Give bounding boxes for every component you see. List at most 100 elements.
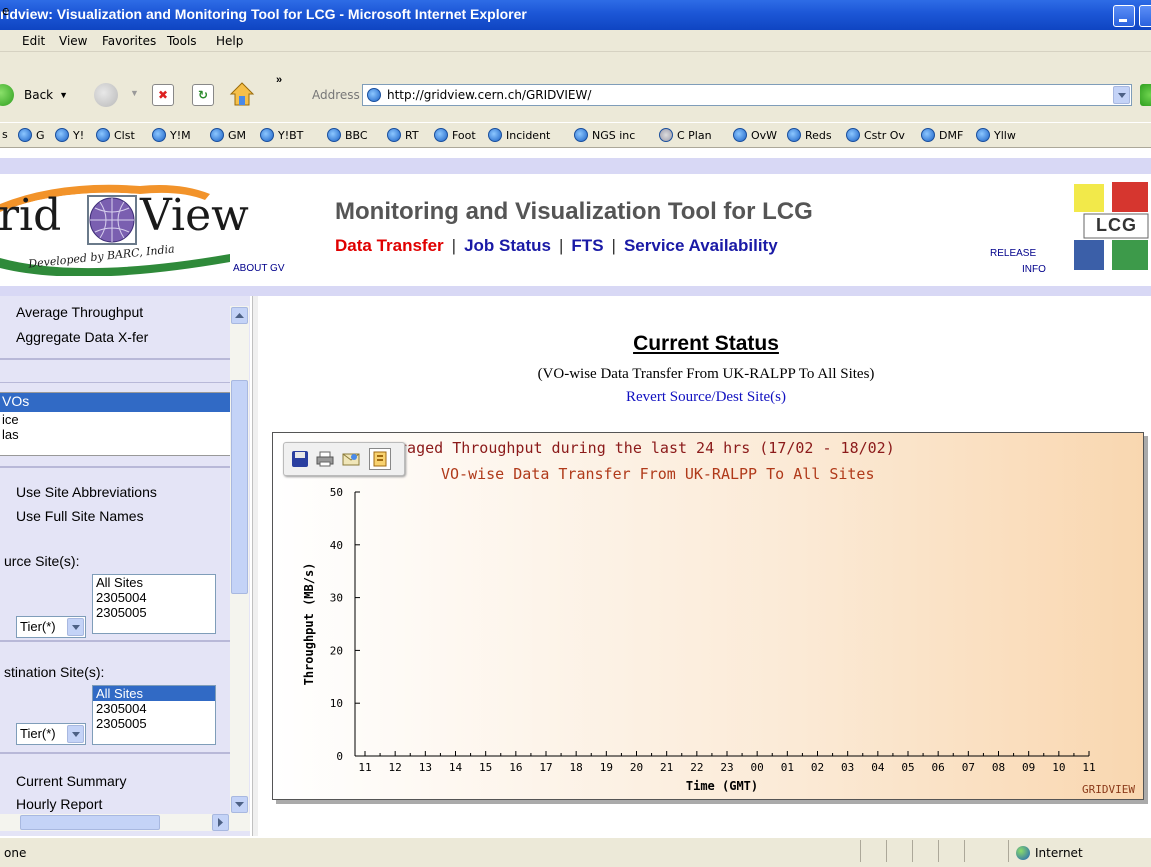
link-item[interactable]: G <box>18 128 45 142</box>
gridview-logo[interactable]: rid View Developed by BARC, India <box>0 176 249 277</box>
link-item[interactable]: Cstr Ov <box>846 128 905 142</box>
save-icon[interactable] <box>292 451 308 467</box>
link-item[interactable]: GM <box>210 128 246 142</box>
menu-average-throughput[interactable]: Average Throughput <box>16 304 143 320</box>
address-dropdown-icon[interactable] <box>1113 86 1130 104</box>
link-item[interactable]: OvW <box>733 128 777 142</box>
link-item[interactable]: Incident <box>488 128 550 142</box>
y-tick-label: 20 <box>330 644 343 657</box>
source-tier-select[interactable]: Tier(*) <box>16 616 86 638</box>
menu-view[interactable]: View <box>59 34 87 48</box>
go-arrow-icon[interactable] <box>1140 84 1151 106</box>
x-tick-label: 06 <box>932 761 945 774</box>
link-item[interactable]: Y!M <box>152 128 191 142</box>
scroll-up-icon[interactable] <box>231 307 248 324</box>
chart-title: eraged Throughput during the last 24 hrs… <box>389 439 895 457</box>
radio-full-site-names[interactable]: Use Full Site Names <box>16 508 144 524</box>
nav-job-status[interactable]: Job Status <box>464 236 551 255</box>
ie-page-icon <box>387 128 401 142</box>
list-item[interactable]: 2305004 <box>93 590 215 605</box>
revert-source-dest-link[interactable]: Revert Source/Dest Site(s) <box>0 389 1151 406</box>
address-label: Address <box>312 88 360 102</box>
x-tick-label: 12 <box>389 761 402 774</box>
status-separator <box>912 840 913 862</box>
destination-tier-select[interactable]: Tier(*) <box>16 723 86 745</box>
nav-data-transfer[interactable]: Data Transfer <box>335 236 444 255</box>
x-tick-label: 00 <box>751 761 764 774</box>
stop-icon[interactable]: ✖ <box>152 84 174 106</box>
menu-favorites[interactable]: Favorites <box>102 34 156 48</box>
release-info-link-line2[interactable]: INFO <box>1022 264 1046 275</box>
menu-hourly-report[interactable]: Hourly Report <box>16 796 102 812</box>
link-item[interactable]: Reds <box>787 128 832 142</box>
forward-button[interactable] <box>94 83 118 107</box>
list-item[interactable]: 2305005 <box>93 716 215 731</box>
radio-site-abbreviations[interactable]: Use Site Abbreviations <box>16 484 157 500</box>
lcg-logo[interactable]: LCG <box>1072 182 1151 272</box>
x-tick-label: 21 <box>660 761 673 774</box>
status-separator <box>886 840 887 862</box>
logo-text-right: View <box>140 190 249 241</box>
list-item[interactable]: 2305005 <box>93 605 215 620</box>
link-item[interactable]: Yllw <box>976 128 1016 142</box>
list-item[interactable]: All Sites <box>93 686 215 701</box>
destination-site-listbox[interactable]: All Sites 2305004 2305005 <box>92 685 216 745</box>
list-item[interactable]: ice <box>0 412 230 427</box>
menu-current-summary[interactable]: Current Summary <box>16 773 126 789</box>
menu-tools[interactable]: Tools <box>167 34 197 48</box>
source-sites-label: urce Site(s): <box>4 553 80 569</box>
ie-page-icon <box>210 128 224 142</box>
home-icon[interactable] <box>229 81 255 107</box>
link-item[interactable]: C Plan <box>659 128 712 142</box>
window-title: ridview: Visualization and Monitoring To… <box>0 6 527 22</box>
source-site-listbox[interactable]: All Sites 2305004 2305005 <box>92 574 216 634</box>
x-tick-label: 15 <box>479 761 492 774</box>
menu-edit[interactable]: Edit <box>22 34 45 48</box>
nav-fts[interactable]: FTS <box>571 236 603 255</box>
maximize-button[interactable] <box>1139 5 1151 27</box>
window-title-bar[interactable]: ridview: Visualization and Monitoring To… <box>0 0 1151 30</box>
chevron-down-icon[interactable] <box>67 725 84 743</box>
link-item[interactable]: Y!BT <box>260 128 303 142</box>
release-info-link[interactable]: RELEASE <box>990 248 1036 259</box>
link-item[interactable]: RT <box>387 128 419 142</box>
link-item[interactable]: Clst <box>96 128 135 142</box>
list-item[interactable]: las <box>0 427 230 442</box>
print-icon[interactable] <box>316 451 334 467</box>
link-item[interactable]: Y! <box>55 128 84 142</box>
chevron-down-icon[interactable] <box>67 618 84 636</box>
back-button[interactable]: Back ▼ <box>0 84 68 106</box>
about-gv-link[interactable]: ABOUT GV <box>233 263 285 274</box>
menu-help[interactable]: Help <box>216 34 243 48</box>
menu-file[interactable]: e <box>2 4 9 18</box>
horizontal-scroll-thumb[interactable] <box>20 815 160 830</box>
nav-service-availability[interactable]: Service Availability <box>624 236 778 255</box>
link-item[interactable]: BBC <box>327 128 368 142</box>
x-tick-label: 10 <box>1052 761 1065 774</box>
link-item[interactable]: DMF <box>921 128 963 142</box>
list-item[interactable]: 2305004 <box>93 701 215 716</box>
email-icon[interactable] <box>342 451 360 467</box>
scroll-down-icon[interactable] <box>231 796 248 813</box>
security-zone: Internet <box>1016 846 1083 860</box>
source-tier-value: Tier(*) <box>20 619 56 634</box>
export-icon[interactable] <box>369 448 391 470</box>
minimize-button[interactable] <box>1113 5 1135 27</box>
destination-sites-label: stination Site(s): <box>4 664 105 680</box>
main-nav: Data Transfer | Job Status | FTS | Service Ava… <box>335 236 778 256</box>
x-tick-label: 13 <box>419 761 432 774</box>
left-panel-horizontal-scrollbar[interactable] <box>0 814 250 831</box>
header-spacer <box>0 148 1151 158</box>
list-item[interactable]: All Sites <box>93 575 215 590</box>
address-input[interactable]: http://gridview.cern.ch/GRIDVIEW/ <box>387 88 591 102</box>
toolbar-overflow-icon[interactable]: » <box>276 74 282 86</box>
ie-page-icon <box>152 128 166 142</box>
link-item[interactable]: Foot <box>434 128 476 142</box>
link-item[interactable]: NGS inc <box>574 128 635 142</box>
x-tick-label: 05 <box>901 761 914 774</box>
left-panel-scroll-thumb[interactable] <box>231 380 248 594</box>
scroll-right-icon[interactable] <box>212 814 229 831</box>
refresh-icon[interactable]: ↻ <box>192 84 214 106</box>
address-bar[interactable]: http://gridview.cern.ch/GRIDVIEW/ <box>362 84 1132 106</box>
x-tick-label: 23 <box>720 761 733 774</box>
